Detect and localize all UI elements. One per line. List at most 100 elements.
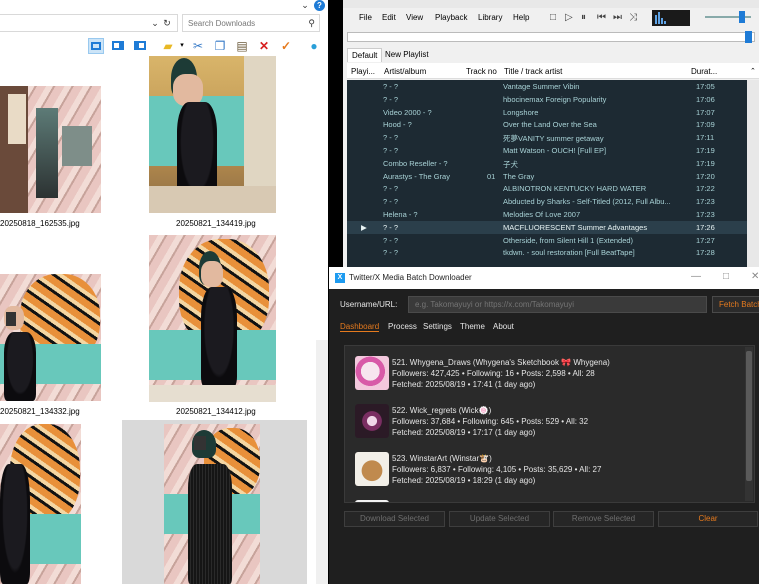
menu-library[interactable]: Library (478, 13, 502, 22)
playlist-row[interactable]: Video 2000 - ? Longshore 17:07 (347, 106, 747, 119)
username-label: Username/URL: (340, 300, 398, 309)
previous-icon[interactable]: ⏮ (597, 12, 606, 23)
media-player-window: File Edit View Playback Library Help □ ▷… (343, 0, 759, 270)
checkmark-icon[interactable]: ✓ (278, 38, 294, 54)
update-selected-button[interactable]: Update Selected (449, 511, 550, 527)
next-icon[interactable]: ⏭ (613, 12, 622, 23)
search-input[interactable]: Search Downloads ⚲ (182, 14, 320, 32)
random-icon[interactable]: ⤨ (629, 12, 637, 23)
playlist-row[interactable]: Combo Reseller - ? 子犬 17:19 (347, 157, 747, 170)
refresh-icon[interactable]: ↻ (162, 18, 172, 28)
menu-help[interactable]: Help (513, 13, 529, 22)
playlist-scrollbar[interactable] (747, 80, 759, 270)
playlist-cell-track: 01 (487, 171, 496, 181)
stop-icon[interactable]: □ (550, 12, 556, 23)
avatar (355, 356, 389, 390)
chevron-down-icon[interactable]: ⌄ (300, 0, 310, 10)
playlist-row[interactable]: ? - ? Abducted by Sharks - Self-Titled (2… (347, 195, 747, 208)
column-track-no[interactable]: Track no (466, 67, 497, 76)
image-thumbnail[interactable] (0, 86, 101, 213)
playlist-cell-artist: Aurastys - The Gray (383, 171, 450, 181)
playlist-row[interactable]: ? - ? Otherside, from Silent Hill 1 (Exte… (347, 234, 747, 247)
playlist-cell-duration: 17:19 (696, 146, 715, 155)
image-thumbnail[interactable] (122, 420, 307, 584)
tab-new-playlist[interactable]: New Playlist (381, 48, 433, 62)
close-icon[interactable]: ✕ (751, 271, 759, 282)
image-thumbnail[interactable] (149, 235, 276, 402)
playlist-row[interactable]: Helena - ? Melodies Of Love 2007 17:23 (347, 208, 747, 221)
chevron-down-icon[interactable]: ▾ (174, 38, 190, 54)
view-preview-pane-icon[interactable] (132, 38, 148, 54)
tab-dashboard[interactable]: Dashboard (340, 322, 380, 332)
column-title[interactable]: Title / track artist (504, 67, 562, 76)
search-icon[interactable]: ⚲ (308, 18, 315, 29)
tab-theme[interactable]: Theme (460, 322, 485, 331)
seek-bar[interactable] (347, 32, 755, 42)
playlist-view[interactable]: ? - ? Vantage Summer Vibin 17:05 ? - ? hboci… (347, 80, 747, 270)
volume-slider-handle[interactable] (739, 11, 745, 23)
play-icon[interactable]: ▷ (565, 12, 573, 23)
column-duration[interactable]: Durat... (691, 67, 717, 76)
fetch-batch-button[interactable]: Fetch Batch (712, 296, 759, 313)
view-details-pane-icon[interactable] (110, 38, 126, 54)
thumbnail-filename: 20250818_162535.jpg (0, 219, 80, 228)
account-item[interactable] (355, 500, 745, 502)
image-thumbnail[interactable] (149, 56, 276, 213)
pause-icon[interactable]: ⏸ (581, 12, 586, 23)
downloader-window: X Twitter/X Media Batch Downloader — □ ✕… (329, 267, 759, 584)
chevron-down-icon[interactable]: ⌄ (150, 18, 160, 28)
paste-icon[interactable]: ▤ (234, 38, 250, 54)
tab-process[interactable]: Process (388, 322, 417, 331)
playlist-row[interactable]: ? - ? hbocinemax Foreign Popularity 17:06 (347, 93, 747, 106)
avatar (355, 452, 389, 486)
view-large-icons-icon[interactable] (88, 38, 104, 54)
playlist-cell-title: hbocinemax Foreign Popularity (503, 94, 607, 104)
menu-edit[interactable]: Edit (382, 13, 396, 22)
address-bar[interactable]: ⌄ ↻ (0, 14, 178, 32)
remove-selected-button[interactable]: Remove Selected (553, 511, 654, 527)
playlist-row[interactable]: ▶ ? - ? MACFLUORESCENT Summer Advantages 17… (347, 220, 747, 234)
minimize-icon[interactable]: — (691, 271, 701, 282)
playlist-cell-artist: ? - ? (383, 184, 399, 194)
username-url-input[interactable] (408, 296, 707, 313)
tab-settings[interactable]: Settings (423, 322, 452, 331)
photo-preview (0, 274, 101, 401)
playlist-cell-artist: Video 2000 - ? (383, 107, 432, 117)
globe-icon[interactable]: ● (306, 38, 322, 54)
scroll-up-icon[interactable]: ⌃ (750, 67, 756, 75)
column-artist-album[interactable]: Artist/album (384, 67, 426, 76)
image-thumbnail[interactable] (0, 424, 81, 584)
seek-bar-handle[interactable] (745, 31, 752, 43)
tab-default[interactable]: Default (347, 48, 383, 62)
download-selected-button[interactable]: Download Selected (344, 511, 445, 527)
account-item[interactable]: 522. Wick_regrets (Wick🍥) Followers: 37,… (355, 404, 745, 444)
playlist-row[interactable]: ? - ? ALBINOTRON KENTUCKY HARD WATER 17:22 (347, 182, 747, 195)
explorer-scrollbar[interactable] (316, 340, 328, 584)
playlist-row[interactable]: Aurastys - The Gray 01 The Gray 17:20 (347, 170, 747, 183)
playlist-row[interactable]: ? - ? 死夢VANITY summer getaway 17:11 (347, 131, 747, 144)
playlist-cell-duration: 17:26 (696, 222, 715, 232)
accounts-scrollbar-thumb[interactable] (746, 351, 752, 481)
account-item[interactable]: 523. WinstarArt (Winstar🐮) Followers: 6,… (355, 452, 745, 492)
maximize-icon[interactable]: □ (723, 271, 729, 282)
playlist-row[interactable]: ? - ? tkdwn. - soul restoration [Full Bea… (347, 246, 747, 259)
menu-playback[interactable]: Playback (435, 13, 467, 22)
image-thumbnail[interactable] (0, 274, 101, 401)
playlist-cell-title: 死夢VANITY summer getaway (503, 134, 604, 144)
playlist-row[interactable]: Hood - ? Over the Land Over the Sea 17:09 (347, 118, 747, 131)
copy-icon[interactable]: ❐ (212, 38, 228, 54)
menu-file[interactable]: File (359, 13, 372, 22)
cut-icon[interactable]: ✂ (190, 38, 206, 54)
account-item[interactable]: 521. Whygena_Draws (Whygena's Sketchbook… (355, 356, 745, 396)
visualizer (652, 10, 690, 26)
menu-view[interactable]: View (406, 13, 423, 22)
playlist-row[interactable]: ? - ? Matt Watson - OUCH! [Full EP] 17:19 (347, 144, 747, 157)
playlist-row[interactable]: ? - ? Vantage Summer Vibin 17:05 (347, 80, 747, 93)
playlist-cell-artist: ? - ? (383, 235, 399, 245)
delete-icon[interactable]: ✕ (256, 38, 272, 54)
column-playing[interactable]: Playi... (351, 67, 375, 76)
help-icon[interactable]: ? (314, 0, 325, 11)
clear-button[interactable]: Clear (658, 511, 758, 527)
playlist-cell-title: Otherside, from Silent Hill 1 (Extended) (503, 235, 634, 245)
tab-about[interactable]: About (493, 322, 514, 331)
